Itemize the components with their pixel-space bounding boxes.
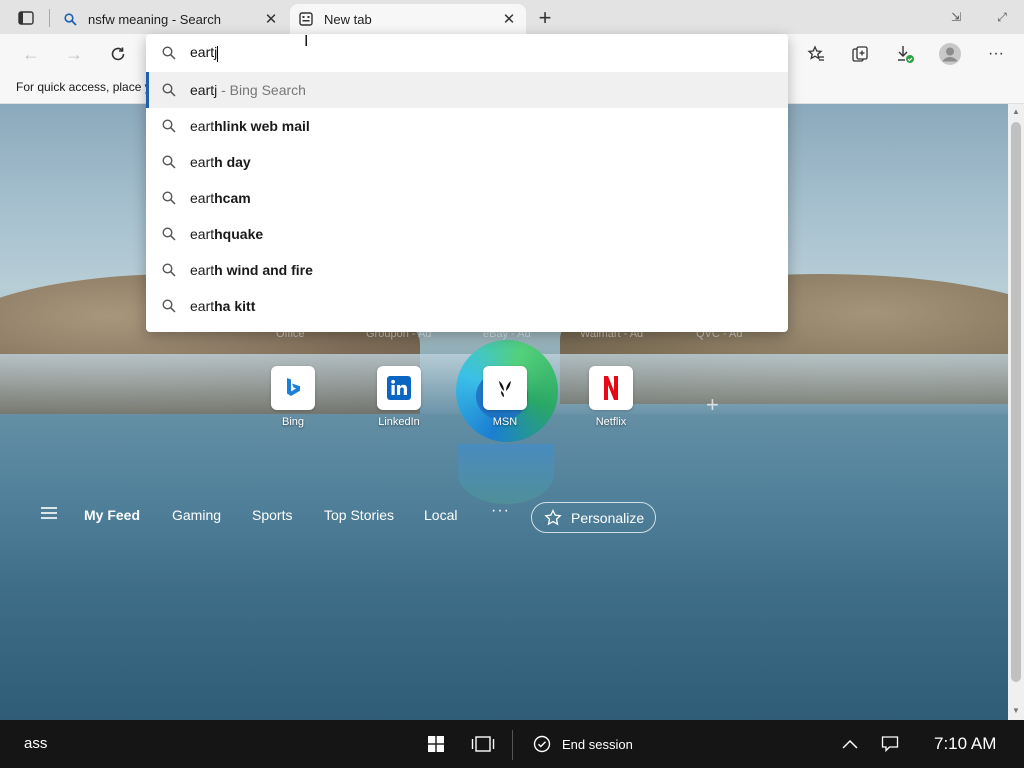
chevron-up-icon[interactable] [838,733,862,755]
suggestion-completion: h day [214,154,251,170]
hamburger-menu-icon[interactable] [40,506,60,526]
close-icon[interactable]: ✕ [498,8,520,30]
notifications-icon[interactable] [878,733,902,755]
feed-tab-top-stories[interactable]: Top Stories [324,507,394,523]
clock-time: 7:10 AM [934,734,997,753]
suggestion-item[interactable]: earthcam [146,180,788,216]
tab-search[interactable]: nsfw meaning - Search ✕ [54,4,288,34]
check-circle-icon [532,734,552,754]
back-button[interactable]: ← [18,41,44,67]
suggestion-completion: hquake [214,226,264,242]
taskbar-divider [512,730,513,760]
quick-link-label: LinkedIn [378,416,420,428]
feed-tab-my-feed[interactable]: My Feed [84,507,140,523]
address-input[interactable]: eartj [190,44,750,62]
end-session-label: End session [562,736,633,752]
favorites-hint: For quick access, place y [16,80,151,94]
suggestion-completion: hcam [214,190,251,206]
tab-actions-icon[interactable] [12,7,40,29]
tab-new-tab[interactable]: New tab ✕ [290,4,526,34]
feed-bar: My Feed Gaming Sports Top Stories Local … [0,494,1008,538]
suggestion-prefix: eart [190,298,215,314]
suggestion-prefix: eartj [190,82,218,98]
suggestion-completion: hlink web mail [214,118,310,134]
suggestion-item[interactable]: earth wind and fire [146,252,788,288]
tab-title: New tab [324,11,372,27]
downloads-icon[interactable] [891,40,919,68]
quick-link-netflix[interactable]: Netflix [581,366,641,428]
suggestion-prefix: eart [190,118,215,134]
suggestion-prefix: eart [190,262,215,278]
suggestion-prefix: eart [190,190,215,206]
suggestion-item[interactable]: earthquake [146,216,788,252]
tab-strip: nsfw meaning - Search ✕ New tab ✕ + ⇲ ⤢ [0,0,1024,34]
feed-tab-gaming[interactable]: Gaming [172,507,221,523]
scroll-thumb[interactable] [1011,122,1021,682]
refresh-button[interactable] [105,41,131,67]
favorites-star-icon[interactable] [802,40,830,68]
quick-link-label: MSN [492,416,518,428]
msn-icon [483,366,527,410]
forward-button[interactable]: → [61,41,87,67]
quick-link-msn[interactable]: MSN [475,366,535,428]
tab-separator [49,9,50,27]
search-icon [160,189,178,207]
address-bar-dropdown: eartj eartj - Bing Search earthlink web … [146,34,788,332]
personalize-star-icon [543,508,563,528]
quick-link-linkedin[interactable]: LinkedIn [369,366,429,428]
newtab-icon [298,11,314,27]
collections-icon[interactable] [846,40,874,68]
suggestion-prefix: eart [190,226,215,242]
search-icon [160,81,178,99]
expand-icon[interactable]: ⤢ [992,8,1012,26]
more-options-icon[interactable]: ··· [982,40,1010,68]
feed-tab-local[interactable]: Local [424,507,457,523]
suggestion-prefix: eart [190,154,215,170]
new-tab-button[interactable]: + [533,5,557,30]
feed-more-button[interactable]: ··· [491,502,510,520]
quick-link-bing[interactable]: Bing [263,366,323,428]
suggestion-item[interactable]: earth day [146,144,788,180]
quick-link-label: Bing [281,416,305,428]
suggestion-completion: ha kitt [214,298,256,314]
page-scrollbar[interactable]: ▲ ▼ [1008,104,1024,720]
linkedin-icon [377,366,421,410]
end-session-button[interactable]: End session [532,734,633,754]
text-cursor-icon: I [304,33,309,50]
task-view-icon[interactable] [471,733,495,755]
tab-title: nsfw meaning - Search [88,11,221,27]
search-icon [62,11,78,27]
search-icon [160,225,178,243]
search-icon [160,297,178,315]
personalize-button[interactable]: Personalize [531,502,656,533]
netflix-icon [589,366,633,410]
text-caret [217,45,219,62]
scroll-up-icon[interactable]: ▲ [1011,107,1021,117]
suggestion-item[interactable]: earthlink web mail [146,108,788,144]
personalize-label: Personalize [571,509,645,526]
suggestion-completion: h wind and fire [214,262,313,278]
windows-start-icon[interactable] [424,733,448,755]
search-icon [160,153,178,171]
profile-avatar[interactable] [936,40,964,68]
quick-link-label: Netflix [595,416,627,428]
scroll-down-icon[interactable]: ▼ [1011,706,1021,716]
feed-tab-sports[interactable]: Sports [252,507,292,523]
close-icon[interactable]: ✕ [260,8,282,30]
session-user-label: ass [24,735,48,752]
restore-icon[interactable]: ⇲ [946,8,966,26]
address-bar[interactable]: eartj [146,34,788,72]
taskbar: ass End session 7:10 AM [0,720,1024,768]
search-icon [160,261,178,279]
suggestion-suffix: - Bing Search [217,82,306,98]
search-icon [160,117,178,135]
bing-icon [271,366,315,410]
suggestion-item[interactable]: eartha kitt [146,288,788,324]
search-icon [160,44,178,62]
address-value: eartj [190,44,218,61]
suggestion-item[interactable]: eartj - Bing Search [146,72,788,108]
add-quick-link-icon[interactable]: + [706,392,719,418]
